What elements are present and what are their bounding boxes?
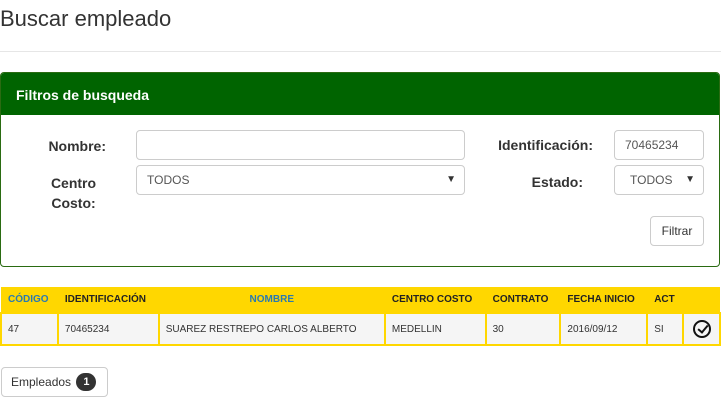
centro-costo-select[interactable]: TODOS ▼ <box>136 165 465 195</box>
column-header-contrato: CONTRATO <box>485 287 561 313</box>
identificacion-input[interactable]: 70465234 <box>614 130 704 160</box>
centro-costo-label-line1: Centro <box>50 175 97 191</box>
filters-panel: Filtros de busqueda Nombre: Identificaci… <box>0 72 720 267</box>
table-row[interactable]: 47 70465234 SUAREZ RESTREPO CARLOS ALBER… <box>0 312 721 346</box>
estado-label: Estado: <box>531 174 583 190</box>
column-header-nombre[interactable]: NOMBRE <box>158 287 385 313</box>
table-header-row: CÓDIGO IDENTIFICACIÓN NOMBRE CENTRO COST… <box>1 287 720 313</box>
column-header-act: ACT <box>647 287 684 313</box>
cell-act: SI <box>646 312 685 346</box>
empleados-button[interactable]: Empleados 1 <box>1 367 108 397</box>
estado-select[interactable]: TODOS ▼ <box>614 165 704 195</box>
cell-nombre: SUAREZ RESTREPO CARLOS ALBERTO <box>157 312 386 346</box>
estado-selected: TODOS <box>630 173 673 187</box>
cell-action <box>682 312 721 346</box>
filtrar-button[interactable]: Filtrar <box>650 216 704 246</box>
cell-fecha-inicio: 2016/09/12 <box>559 312 649 346</box>
cell-codigo: 47 <box>0 312 59 346</box>
identificacion-label: Identificación: <box>498 137 593 153</box>
empleados-label: Empleados <box>11 375 72 389</box>
centro-costo-label: Centro Costo: <box>41 173 106 213</box>
cell-centro-costo: MEDELLIN <box>383 312 487 346</box>
page-title: Buscar empleado <box>0 6 172 31</box>
dropdown-caret-icon: ▼ <box>446 174 456 185</box>
column-header-identificacion: IDENTIFICACIÓN <box>57 287 159 313</box>
employees-table: CÓDIGO IDENTIFICACIÓN NOMBRE CENTRO COST… <box>0 287 721 346</box>
dropdown-caret-icon: ▼ <box>685 174 695 185</box>
column-header-centro-costo: CENTRO COSTO <box>384 287 486 313</box>
empleados-count-badge: 1 <box>76 373 97 391</box>
column-header-fecha-inicio: FECHA INICIO <box>560 287 648 313</box>
column-header-codigo[interactable]: CÓDIGO <box>1 287 58 313</box>
filters-panel-heading: Filtros de busqueda <box>1 73 719 115</box>
nombre-label: Nombre: <box>48 138 106 154</box>
cell-identificacion: 70465234 <box>56 312 160 346</box>
check-circle-icon[interactable] <box>692 320 711 338</box>
cell-contrato: 30 <box>484 312 562 346</box>
centro-costo-selected: TODOS <box>147 173 190 187</box>
title-divider <box>0 51 721 52</box>
centro-costo-label-line2: Costo: <box>51 195 96 211</box>
column-header-action <box>683 287 720 313</box>
nombre-input[interactable] <box>136 130 465 160</box>
